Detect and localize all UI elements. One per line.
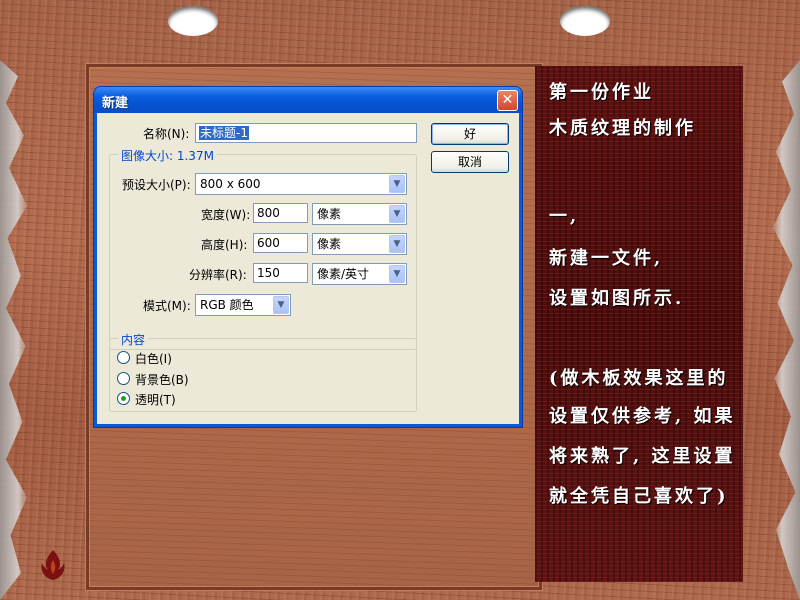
ok-button[interactable]: 好 xyxy=(431,123,509,145)
panel-line-9: 就全凭自己喜欢了) xyxy=(549,486,729,507)
resolution-field[interactable]: 150 xyxy=(253,263,308,283)
panel-line-7: 设置仅供参考, 如果 xyxy=(549,406,736,427)
torn-edge-right xyxy=(773,60,800,600)
height-field[interactable]: 600 xyxy=(253,233,308,253)
panel-line-1: 第一份作业 xyxy=(549,82,654,103)
radio-white-label[interactable]: 白色(I) xyxy=(135,350,172,367)
chevron-down-icon[interactable]: ▼ xyxy=(389,175,405,193)
chevron-down-icon[interactable]: ▼ xyxy=(389,265,405,283)
torn-edge-left xyxy=(0,60,27,600)
radio-selected-dot xyxy=(121,396,126,401)
panel-line-5: 设置如图所示. xyxy=(549,288,685,309)
mode-value: RGB 颜色 xyxy=(200,298,254,312)
chevron-down-icon[interactable]: ▼ xyxy=(389,205,405,223)
close-icon: ✕ xyxy=(501,92,514,108)
height-label: 高度(H): xyxy=(201,238,248,252)
name-field[interactable]: 未标题-1 xyxy=(195,123,417,143)
width-unit-value: 像素 xyxy=(317,207,342,221)
panel-line-8: 将来熟了, 这里设置 xyxy=(549,446,736,467)
radio-white[interactable] xyxy=(117,351,130,364)
chevron-down-icon[interactable]: ▼ xyxy=(273,296,289,314)
slide-background: 第一份作业 木质纹理的制作 一, 新建一文件, 设置如图所示. (做木板效果这里… xyxy=(0,0,800,600)
cancel-button[interactable]: 取消 xyxy=(431,151,509,173)
panel-line-6: (做木板效果这里的 xyxy=(549,368,729,389)
new-document-dialog: 新建 ✕ 名称(N): 未标题-1 好 取消 图像大小: 1.37M 预设大小(… xyxy=(94,87,522,427)
resolution-unit-select[interactable]: 像素/英寸 ▼ xyxy=(312,263,407,285)
preset-label: 预设大小(P): xyxy=(122,178,191,192)
resolution-label: 分辨率(R): xyxy=(189,268,247,282)
width-unit-select[interactable]: 像素 ▼ xyxy=(312,203,407,225)
dialog-body: 名称(N): 未标题-1 好 取消 图像大小: 1.37M 预设大小(P): 8… xyxy=(97,113,519,424)
width-label: 宽度(W): xyxy=(201,208,251,222)
hanging-hole-left xyxy=(168,6,218,36)
radio-transparent-label[interactable]: 透明(T) xyxy=(135,391,176,408)
radio-background[interactable] xyxy=(117,372,130,385)
panel-line-4: 新建一文件, xyxy=(549,248,664,269)
width-field[interactable]: 800 xyxy=(253,203,308,223)
instruction-panel: 第一份作业 木质纹理的制作 一, 新建一文件, 设置如图所示. (做木板效果这里… xyxy=(535,66,743,582)
close-button[interactable]: ✕ xyxy=(497,90,518,111)
dialog-title: 新建 xyxy=(102,96,129,111)
height-unit-value: 像素 xyxy=(317,237,342,251)
radio-background-label[interactable]: 背景色(B) xyxy=(135,371,189,388)
mode-label: 模式(M): xyxy=(143,299,191,313)
preset-select[interactable]: 800 x 600 ▼ xyxy=(195,173,407,195)
preset-value: 800 x 600 xyxy=(200,177,261,191)
name-value: 未标题-1 xyxy=(199,126,249,140)
resolution-unit-value: 像素/英寸 xyxy=(317,267,370,281)
panel-line-3: 一, xyxy=(549,206,580,227)
panel-line-2: 木质纹理的制作 xyxy=(549,118,696,139)
dialog-titlebar[interactable]: 新建 ✕ xyxy=(94,87,522,113)
name-label: 名称(N): xyxy=(143,127,190,141)
hanging-hole-right xyxy=(560,6,610,36)
contents-label: 内容 xyxy=(118,331,149,348)
chevron-down-icon[interactable]: ▼ xyxy=(389,235,405,253)
height-unit-select[interactable]: 像素 ▼ xyxy=(312,233,407,255)
image-size-label: 图像大小: 1.37M xyxy=(118,147,217,164)
radio-transparent[interactable] xyxy=(117,392,130,405)
flame-logo-icon xyxy=(41,550,65,580)
mode-select[interactable]: RGB 颜色 ▼ xyxy=(195,294,291,316)
